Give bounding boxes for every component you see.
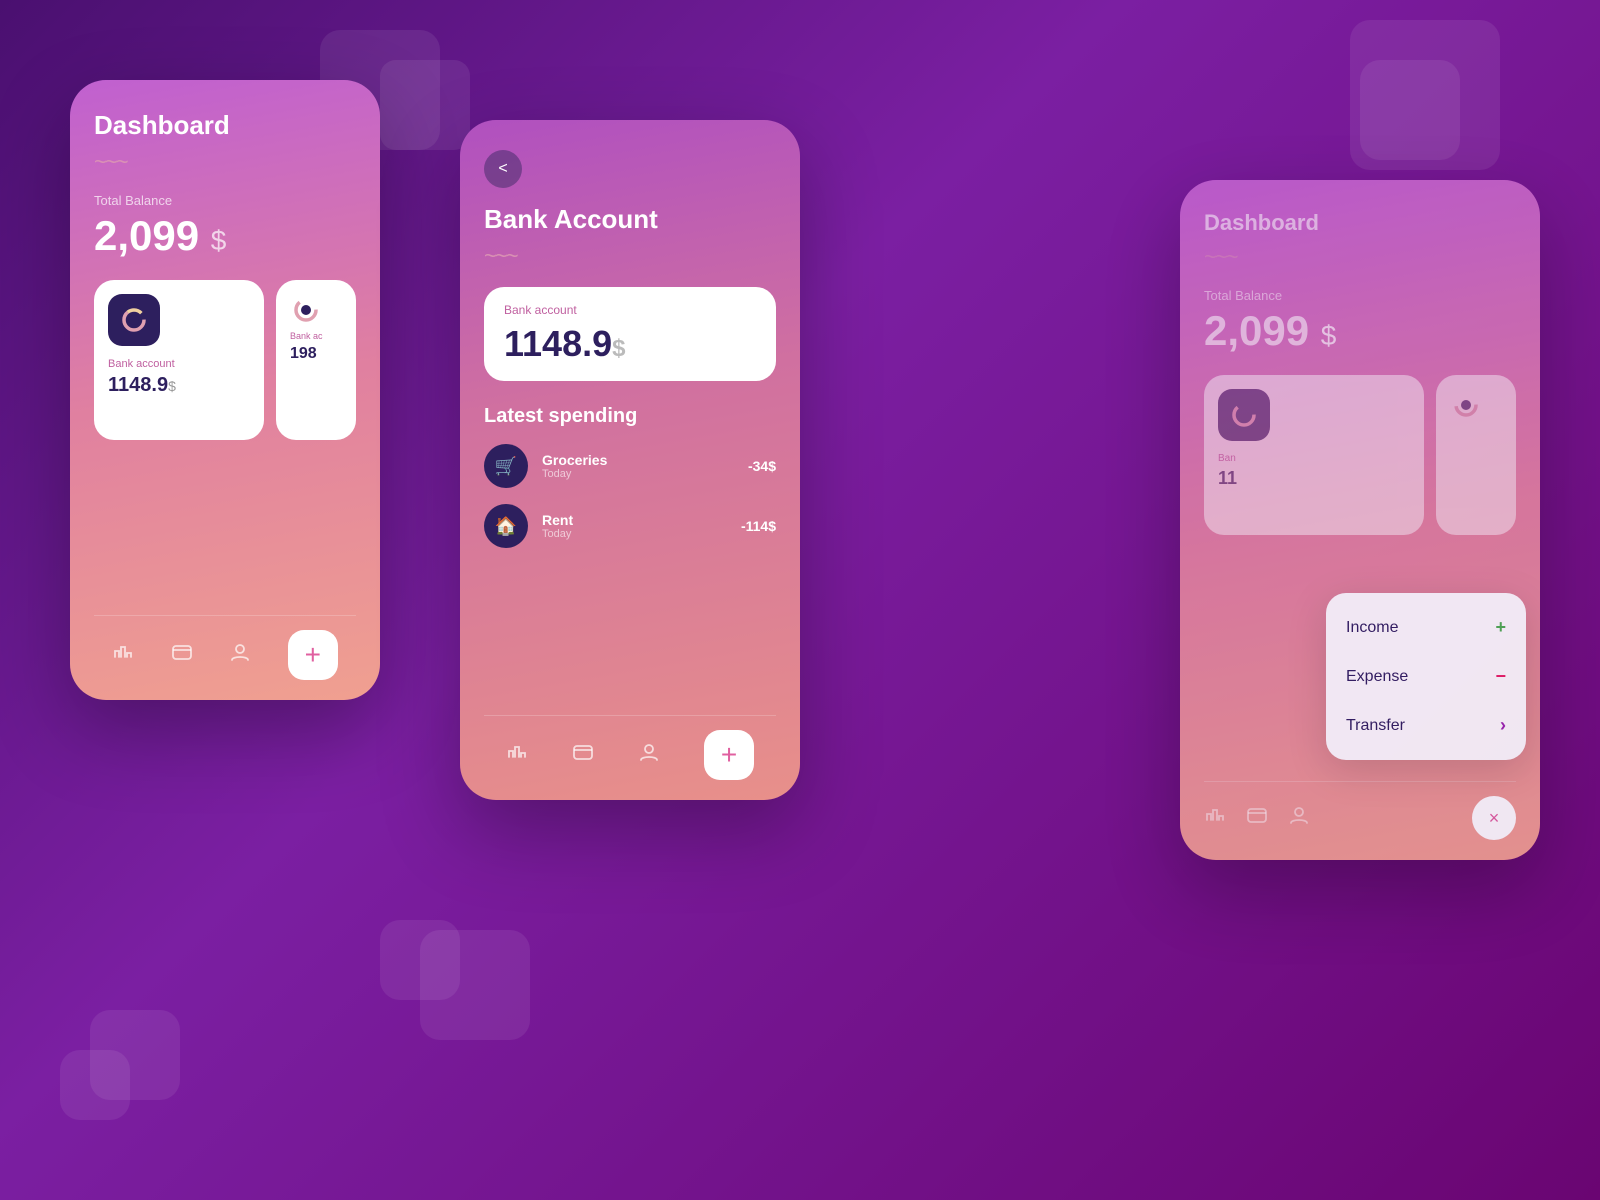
rent-date: Today — [542, 528, 741, 540]
bank-balance-card: Bank account 1148.9$ — [484, 287, 776, 381]
rent-name: Rent — [542, 512, 741, 528]
middle-nav-card-icon[interactable] — [572, 741, 594, 769]
account-card-1[interactable]: Bank account 1148.9$ — [94, 280, 264, 440]
card2-amount: 198 — [290, 345, 342, 363]
right-card-label: Ban — [1218, 453, 1410, 464]
left-balance-amount: 2,099 $ — [94, 212, 356, 260]
right-wavy: ~~~ — [1204, 244, 1516, 270]
transfer-icon: › — [1500, 715, 1506, 736]
screen-middle: < Bank Account ~~~ Bank account 1148.9$ … — [460, 120, 800, 800]
card-icon-wrap-2 — [290, 294, 342, 331]
groceries-name: Groceries — [542, 452, 748, 468]
popup-menu: Income + Expense − Transfer › — [1326, 593, 1526, 760]
right-dashboard-title: Dashboard — [1204, 210, 1516, 236]
popup-income[interactable]: Income + — [1326, 603, 1526, 652]
right-card-icon — [1218, 389, 1270, 441]
popup-transfer[interactable]: Transfer › — [1326, 701, 1526, 750]
popup-close-button[interactable]: × — [1472, 796, 1516, 840]
cards-row: Bank account 1148.9$ Bank ac 198 — [94, 280, 356, 440]
card1-label: Bank account — [108, 358, 250, 370]
groceries-amount: -34$ — [748, 458, 776, 474]
groceries-icon: 🛒 — [484, 444, 528, 488]
right-card2-icon — [1450, 389, 1502, 426]
nav-chart-icon[interactable] — [112, 641, 134, 669]
bank-balance-amount: 1148.9$ — [504, 323, 756, 365]
right-nav-card-icon[interactable] — [1246, 804, 1268, 832]
right-balance-label: Total Balance — [1204, 288, 1516, 303]
left-dashboard-title: Dashboard — [94, 110, 356, 141]
income-icon: + — [1495, 617, 1506, 638]
back-button[interactable]: < — [484, 150, 522, 188]
spending-item-rent: 🏠 Rent Today -114$ — [484, 504, 776, 548]
nav-user-icon[interactable] — [229, 641, 251, 669]
right-card-amount: 11 — [1218, 468, 1410, 489]
nav-card-icon[interactable] — [171, 641, 193, 669]
middle-nav-chart-icon[interactable] — [506, 741, 528, 769]
screen-left: Dashboard ~~~ Total Balance 2,099 $ Bank… — [70, 80, 380, 700]
middle-title: Bank Account — [484, 204, 776, 235]
latest-spending-title: Latest spending — [484, 405, 776, 428]
popup-expense[interactable]: Expense − — [1326, 652, 1526, 701]
left-bottom-nav: + — [94, 615, 356, 680]
right-account-card: Ban 11 — [1204, 375, 1424, 535]
account-card-2[interactable]: Bank ac 198 — [276, 280, 356, 440]
left-balance-label: Total Balance — [94, 193, 356, 208]
groceries-date: Today — [542, 468, 748, 480]
right-nav-chart-icon[interactable] — [1204, 804, 1226, 832]
right-cards-row: Ban 11 — [1204, 375, 1516, 535]
rent-icon: 🏠 — [484, 504, 528, 548]
right-balance-amount: 2,099 $ — [1204, 307, 1516, 355]
rent-amount: -114$ — [741, 518, 776, 534]
spending-item-groceries: 🛒 Groceries Today -34$ — [484, 444, 776, 488]
card2-label: Bank ac — [290, 331, 342, 341]
middle-bottom-nav: + — [484, 715, 776, 780]
screen-right: Dashboard ~~~ Total Balance 2,099 $ Ban … — [1180, 180, 1540, 860]
rent-info: Rent Today — [542, 512, 741, 540]
card-icon-wrap-1 — [108, 294, 160, 346]
middle-nav-user-icon[interactable] — [638, 741, 660, 769]
middle-add-button[interactable]: + — [704, 730, 754, 780]
bank-balance-label: Bank account — [504, 303, 756, 317]
card1-amount: 1148.9$ — [108, 374, 250, 397]
left-wavy: ~~~ — [94, 149, 356, 175]
left-add-button[interactable]: + — [288, 630, 338, 680]
right-nav-user-icon[interactable] — [1288, 804, 1310, 832]
right-card2 — [1436, 375, 1516, 535]
middle-wavy: ~~~ — [484, 243, 776, 269]
expense-icon: − — [1495, 666, 1506, 687]
groceries-info: Groceries Today — [542, 452, 748, 480]
